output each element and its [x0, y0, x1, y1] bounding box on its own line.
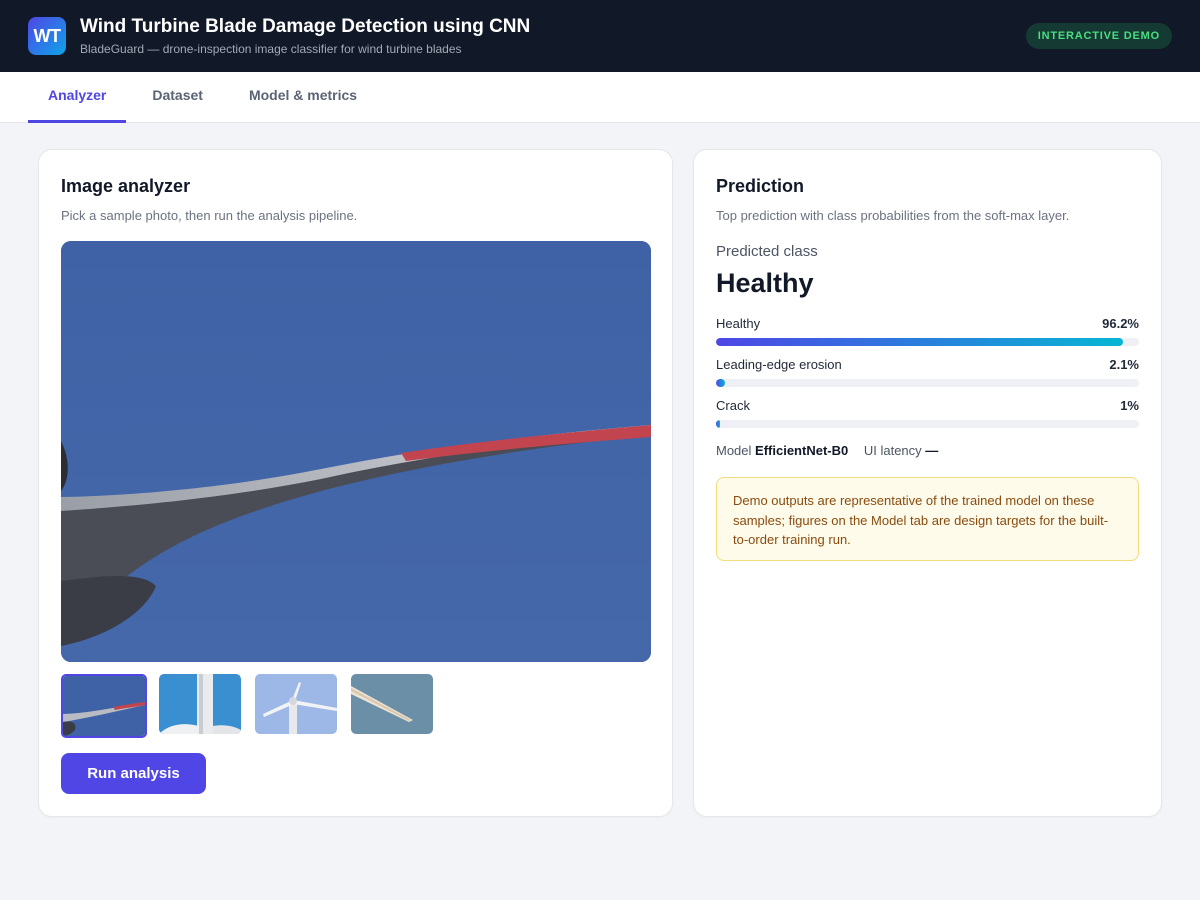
- sample-thumbnails: [61, 674, 447, 738]
- tab-analyzer[interactable]: Analyzer: [28, 72, 127, 123]
- thumbnail-4[interactable]: [351, 674, 433, 734]
- probability-track: [716, 420, 1139, 428]
- latency-label: UI latency: [863, 443, 922, 458]
- app-subtitle: BladeGuard — drone-inspection image clas…: [80, 42, 462, 56]
- predicted-class-value: Healthy: [716, 268, 814, 298]
- image-analyzer-card: Image analyzer Pick a sample photo, then…: [38, 149, 673, 817]
- prediction-title: Prediction: [716, 176, 805, 196]
- model-meta: Model EfficientNet-B0 UI latency —: [716, 443, 938, 458]
- thumbnail-2[interactable]: [159, 674, 241, 734]
- run-analysis-button[interactable]: Run analysis: [61, 753, 206, 794]
- probability-value: 2.1%: [1109, 357, 1139, 372]
- probability-label: Healthy: [716, 316, 761, 331]
- model-label: Model: [716, 443, 752, 458]
- analyzer-description: Pick a sample photo, then run the analys…: [61, 208, 358, 223]
- probability-track: [716, 379, 1139, 387]
- analyzer-title: Image analyzer: [61, 176, 191, 196]
- model-name: EfficientNet-B0: [755, 443, 849, 458]
- probability-track: [716, 338, 1139, 346]
- probability-row: Crack 1%: [716, 398, 1139, 428]
- demo-notice: Demo outputs are representative of the t…: [716, 477, 1139, 561]
- header-titles: Wind Turbine Blade Damage Detection usin…: [80, 16, 530, 56]
- probability-value: 1%: [1120, 398, 1139, 413]
- app-title: Wind Turbine Blade Damage Detection usin…: [80, 16, 531, 37]
- tab-model-metrics[interactable]: Model & metrics: [229, 72, 377, 123]
- probability-bar-fill: [716, 379, 725, 387]
- prediction-description: Top prediction with class probabilities …: [716, 208, 1070, 223]
- tab-bar: Analyzer Dataset Model & metrics: [0, 72, 1200, 123]
- latency-value: —: [925, 443, 939, 458]
- demo-badge: INTERACTIVE DEMO: [1025, 23, 1172, 49]
- probability-bar-fill: [716, 420, 721, 428]
- thumbnail-1[interactable]: [61, 674, 147, 738]
- tab-dataset[interactable]: Dataset: [132, 72, 223, 123]
- selected-blade-image: [61, 241, 651, 662]
- prediction-card: Prediction Top prediction with class pro…: [693, 149, 1162, 817]
- probability-row: Leading-edge erosion 2.1%: [716, 357, 1139, 387]
- probability-row: Healthy 96.2%: [716, 316, 1139, 346]
- app-header: WT Wind Turbine Blade Damage Detection u…: [0, 0, 1200, 72]
- probability-list: Healthy 96.2% Leading-edge erosion 2.1% …: [716, 316, 1139, 439]
- probability-bar-fill: [716, 338, 1123, 346]
- probability-label: Leading-edge erosion: [716, 357, 842, 372]
- thumbnail-3[interactable]: [255, 674, 337, 734]
- app-logo: WT: [28, 17, 66, 55]
- predicted-class-label: Predicted class: [716, 243, 818, 260]
- probability-label: Crack: [716, 398, 750, 413]
- probability-value: 96.2%: [1102, 316, 1139, 331]
